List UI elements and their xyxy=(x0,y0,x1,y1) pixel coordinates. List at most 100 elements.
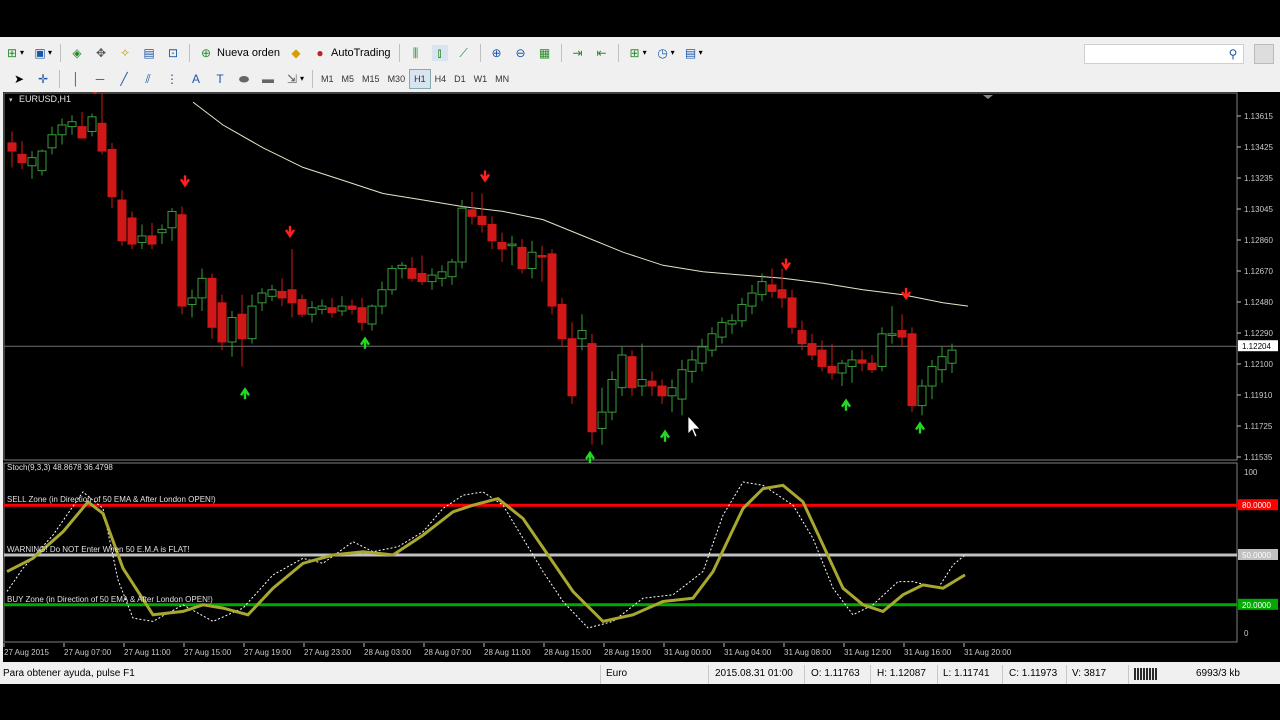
toolbar-separator xyxy=(312,69,314,88)
channel-icon: ⫽ xyxy=(145,71,151,86)
fibonacci-button[interactable]: ⋮ xyxy=(161,69,183,89)
bar-chart-button[interactable]: ⫼ xyxy=(405,43,427,63)
indicators-button[interactable]: ⊞ ▾ xyxy=(624,43,650,63)
templates-button[interactable]: ▤ ▾ xyxy=(680,43,706,63)
timeframe-h1[interactable]: H1 xyxy=(409,68,431,89)
new-chart-button[interactable]: ⊞ ▾ xyxy=(1,43,27,63)
candle-body xyxy=(447,261,457,278)
bar-close: C: 1.11973 xyxy=(1009,668,1058,679)
candle-body xyxy=(767,284,777,292)
sell-arrow-icon xyxy=(285,225,295,239)
vertical-line-button[interactable]: │ xyxy=(65,69,87,89)
candle-body xyxy=(667,387,677,397)
periods-button[interactable]: ◷ ▾ xyxy=(652,43,678,63)
price-label: 1.12670 xyxy=(1244,267,1273,276)
connection-status-icon[interactable] xyxy=(1134,668,1158,680)
tile-icon: ▦ xyxy=(538,45,551,60)
rectangle-icon: ▬ xyxy=(262,71,274,86)
candle-body xyxy=(837,362,847,374)
magnifier-icon: ⊡ xyxy=(168,45,179,60)
market-watch-icon: ◈ xyxy=(72,45,82,60)
toolbar-separator xyxy=(189,43,191,62)
candle-body xyxy=(177,214,187,307)
channel-button[interactable]: ⫽ xyxy=(137,69,159,89)
candle-body xyxy=(87,116,97,133)
toolbar-separator xyxy=(59,69,60,88)
chart-window[interactable]: 1.13615 1.13425 1.13235 1.13045 1.12860 1.126… xyxy=(3,92,1280,662)
time-label: 27 Aug 11:00 xyxy=(124,648,171,657)
price-chart[interactable]: 1.13615 1.13425 1.13235 1.13045 1.12860 1.126… xyxy=(3,92,1280,662)
zone-value: 20.0000 xyxy=(1242,601,1271,610)
sell-arrow-icon xyxy=(781,258,791,271)
data-window-button[interactable]: ✧ xyxy=(114,43,136,63)
time-label: 27 Aug 23:00 xyxy=(304,648,352,657)
zone-label: BUY Zone (in Direction of 50 EMA & After… xyxy=(7,595,213,604)
candle-body xyxy=(697,346,707,364)
ellipse-button[interactable]: ⬬ xyxy=(233,69,255,89)
arrows-button[interactable]: ⇲ ▾ xyxy=(281,69,307,89)
candle-body xyxy=(737,303,747,322)
candle-body xyxy=(457,207,467,263)
market-watch-button[interactable]: ◈ xyxy=(66,43,88,63)
candle-body xyxy=(437,271,447,279)
horizontal-line-button[interactable]: ─ xyxy=(89,69,111,89)
signal-arrows xyxy=(93,92,925,463)
toolbar-separator xyxy=(479,43,481,62)
timeframe-mn[interactable]: MN xyxy=(491,70,513,88)
price-label: 1.12480 xyxy=(1244,298,1273,307)
timeframe-m30[interactable]: M30 xyxy=(384,70,410,88)
star-icon: ✧ xyxy=(120,45,131,60)
auto-scroll-button[interactable]: ⇥ xyxy=(567,43,589,63)
tester-button[interactable]: ⊡ xyxy=(162,43,184,63)
candle-body xyxy=(857,359,867,364)
timeframe-m1[interactable]: M1 xyxy=(317,70,338,88)
tile-windows-button[interactable]: ▦ xyxy=(534,43,556,63)
price-label: 1.13615 xyxy=(1244,112,1273,121)
candle-body xyxy=(97,122,107,152)
navigator-button[interactable]: ✥ xyxy=(90,43,112,63)
timeframe-w1[interactable]: W1 xyxy=(470,70,492,88)
template-icon: ▤ xyxy=(684,45,697,60)
time-label: 31 Aug 04:00 xyxy=(724,648,772,657)
timeframe-d1[interactable]: D1 xyxy=(450,70,470,88)
mouse-cursor-icon xyxy=(687,414,701,438)
candle-body xyxy=(47,134,57,149)
autotrading-label: AutoTrading xyxy=(331,46,391,59)
search-input[interactable]: ⚲ xyxy=(1084,44,1244,64)
main-toolbar: ⊞ ▾ ▣ ▾ ◈ ✥ ✧ ▤ ⊡ ⊕ Nueva orden ◆ ● AutoTrad… xyxy=(0,40,1280,65)
search-icon: ⚲ xyxy=(1228,47,1238,61)
sell-arrow-icon xyxy=(901,287,911,301)
status-divider xyxy=(1066,665,1067,684)
candle-body xyxy=(377,289,387,307)
candle-body xyxy=(127,217,137,245)
chart-shift-button[interactable]: ⇤ xyxy=(591,43,613,63)
zoom-out-button[interactable]: ⊖ xyxy=(510,43,532,63)
autotrading-button[interactable]: ● AutoTrading xyxy=(309,43,394,63)
candle-body xyxy=(77,126,87,139)
trendline-button[interactable]: ╱ xyxy=(113,69,135,89)
zoom-in-button[interactable]: ⊕ xyxy=(486,43,508,63)
crosshair-button[interactable]: ✛ xyxy=(32,69,54,89)
status-divider xyxy=(870,665,871,684)
ema-line xyxy=(192,101,969,307)
community-button[interactable] xyxy=(1254,44,1274,64)
profiles-button[interactable]: ▣ ▾ xyxy=(29,43,55,63)
metaeditor-button[interactable]: ◆ xyxy=(285,43,307,63)
terminal-button[interactable]: ▤ xyxy=(138,43,160,63)
zone-value: 50.0000 xyxy=(1242,551,1271,560)
new-order-button[interactable]: ⊕ Nueva orden xyxy=(195,43,283,63)
zone-label: SELL Zone (in Direction of 50 EMA & Afte… xyxy=(7,495,216,504)
cursor-button[interactable]: ➤ xyxy=(8,69,30,89)
line-chart-button[interactable]: ⟋ xyxy=(453,43,475,63)
candle-body xyxy=(747,292,757,307)
candle-body xyxy=(877,333,887,367)
candlestick-button[interactable]: ⫾ xyxy=(429,43,451,63)
text-button[interactable]: A xyxy=(185,69,207,89)
rectangle-button[interactable]: ▬ xyxy=(257,69,279,89)
candle-body xyxy=(17,153,27,164)
timeframe-m15[interactable]: M15 xyxy=(358,70,384,88)
text-label-button[interactable]: T xyxy=(209,69,231,89)
timeframe-h4[interactable]: H4 xyxy=(431,70,451,88)
candle-body xyxy=(147,235,157,245)
timeframe-m5[interactable]: M5 xyxy=(338,70,359,88)
